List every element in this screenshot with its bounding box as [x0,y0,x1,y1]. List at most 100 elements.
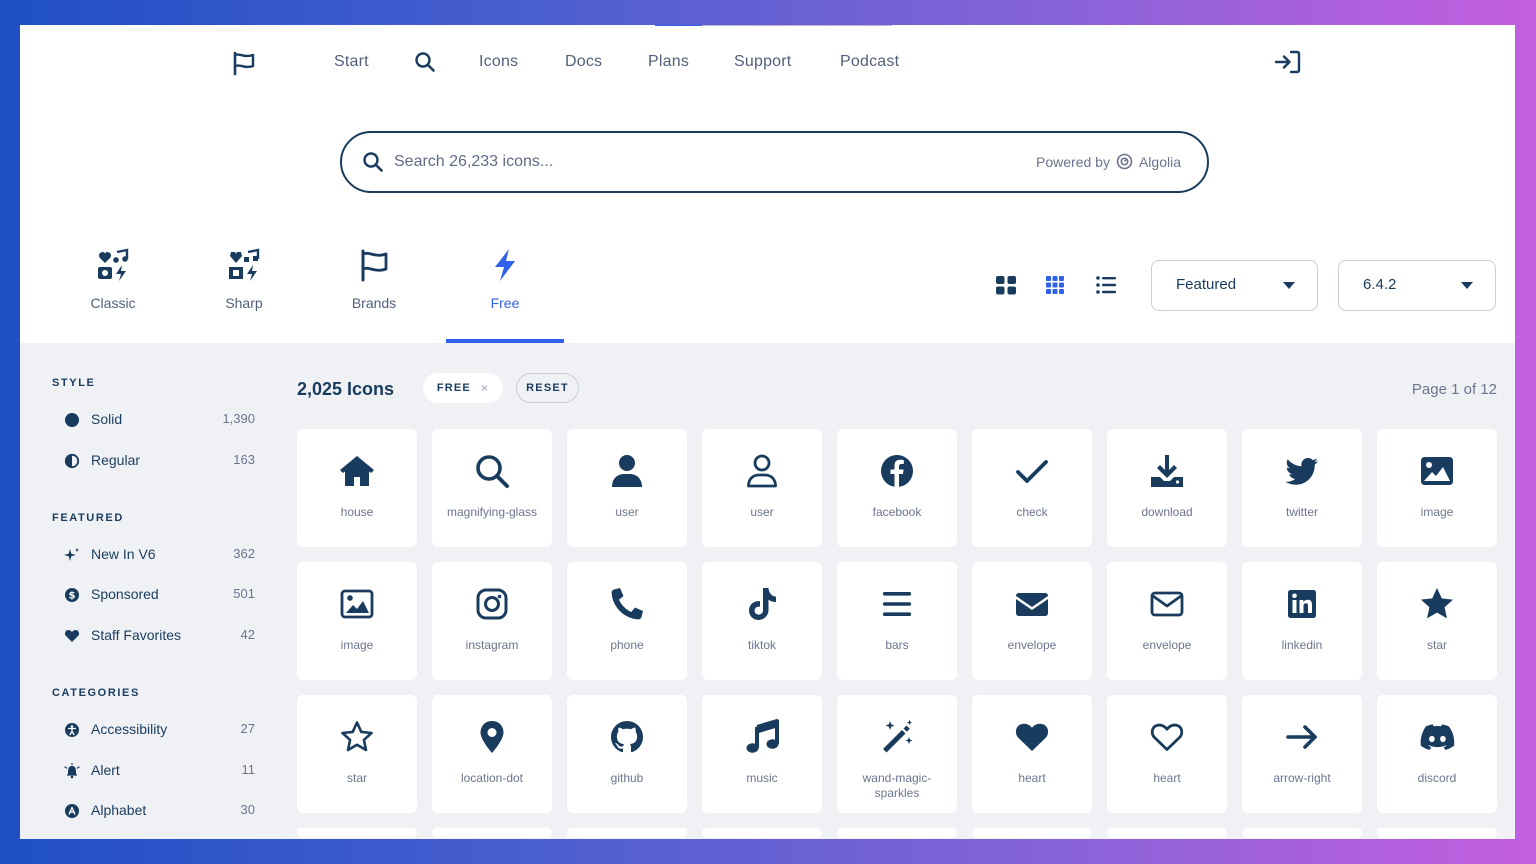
icon-grid: house magnifying-glass user user faceboo… [297,429,1497,838]
icon-card-label: phone [610,638,644,652]
icon-card-label: heart [1018,771,1046,785]
family-tab-classic[interactable]: Classic [63,247,163,311]
version-select[interactable]: 6.4.2 [1338,260,1496,311]
nav-support[interactable]: Support [734,53,791,71]
icon-card-wand-magic-sparkles[interactable]: wand-magic-sparkles [837,695,957,813]
large-grid-view-icon[interactable] [994,273,1018,297]
free-filter-chip[interactable]: FREE × [423,373,503,403]
icon-card-user-solid[interactable]: user [567,429,687,547]
icon-card-github[interactable]: github [567,695,687,813]
heart-icon [1015,723,1049,751]
download-icon [1151,455,1183,487]
sort-select[interactable]: Featured [1151,260,1318,311]
nav-docs[interactable]: Docs [565,53,602,71]
icon-card-envelope-regular[interactable]: envelope [1107,562,1227,680]
icon-card-twitter[interactable]: twitter [1242,429,1362,547]
sidebar-item-solid[interactable]: Solid 1,390 [52,408,255,432]
icon-card-arrow-right[interactable]: arrow-right [1242,695,1362,813]
solid-circle-icon [65,413,79,427]
search-icon[interactable] [414,51,436,73]
icon-card-partial[interactable] [432,828,552,838]
flag-logo-icon[interactable] [231,50,257,76]
icon-card-partial[interactable] [567,828,687,838]
family-tab-free[interactable]: Free [455,247,555,311]
family-tab-sharp[interactable]: Sharp [194,247,294,311]
heart-icon [64,630,80,642]
icon-card-download[interactable]: download [1107,429,1227,547]
sidebar-item-count: 163 [233,452,255,467]
icon-card-bars[interactable]: bars [837,562,957,680]
phone-icon [611,588,643,620]
powered-by-label: Powered by [1036,153,1110,170]
close-icon[interactable]: × [481,381,489,395]
sidebar-item-accessibility[interactable]: Accessibility 27 [52,718,255,742]
icon-card-music[interactable]: music [702,695,822,813]
sidebar-item-regular[interactable]: Regular 163 [52,449,255,473]
sidebar-item-sponsored[interactable]: $ Sponsored 501 [52,583,255,607]
nav-icons[interactable]: Icons [479,53,518,71]
icon-card-label: music [746,771,778,785]
icon-card-instagram[interactable]: instagram [432,562,552,680]
icon-card-tiktok[interactable]: tiktok [702,562,822,680]
icon-card-user-regular[interactable]: user [702,429,822,547]
nav-start[interactable]: Start [334,53,369,71]
icon-card-label: location-dot [460,771,524,785]
icon-card-heart-solid[interactable]: heart [972,695,1092,813]
nav-plans[interactable]: Plans [648,53,689,71]
icon-card-star-solid[interactable]: star [1377,562,1497,680]
icon-card-check[interactable]: check [972,429,1092,547]
chevron-down-icon [1283,282,1295,289]
icon-card-house[interactable]: house [297,429,417,547]
icon-card-partial[interactable] [1377,828,1497,838]
reset-filters-button[interactable]: RESET [516,373,579,403]
icon-card-heart-regular[interactable]: heart [1107,695,1227,813]
icon-card-envelope-solid[interactable]: envelope [972,562,1092,680]
bars-icon [883,592,911,616]
icon-card-partial[interactable] [1107,828,1227,838]
facebook-icon [881,455,913,487]
icon-card-location-dot[interactable]: location-dot [432,695,552,813]
sidebar-item-label: Sponsored [91,586,159,602]
sidebar-item-alert[interactable]: Alert 11 [52,759,255,783]
location-dot-icon [480,721,504,753]
sign-in-icon[interactable] [1274,49,1302,75]
small-grid-view-icon[interactable] [1043,273,1067,297]
family-tab-brands[interactable]: Brands [324,247,424,311]
icon-card-partial[interactable] [972,828,1092,838]
icon-card-image-solid[interactable]: image [1377,429,1497,547]
bell-alert-icon [64,763,80,779]
nav-podcast[interactable]: Podcast [840,53,899,71]
sidebar-item-new-in-v6[interactable]: New In V6 362 [52,543,255,567]
family-tab-label: Sharp [225,295,263,311]
icon-card-discord[interactable]: discord [1377,695,1497,813]
wand-magic-sparkles-icon [883,720,913,753]
list-view-icon[interactable] [1094,273,1118,297]
house-icon [340,456,374,486]
results-count-title: 2,025 Icons [297,379,395,399]
user-icon [612,455,642,487]
image-outline-icon [340,589,374,619]
icon-card-magnifying-glass[interactable]: magnifying-glass [432,429,552,547]
icon-card-image-regular[interactable]: image [297,562,417,680]
sidebar-item-alphabet[interactable]: Alphabet 30 [52,799,255,823]
classic-family-icon [98,248,129,281]
icon-card-label: image [1420,505,1454,519]
sidebar-item-label: Regular [91,452,141,468]
star-outline-icon [341,721,373,752]
sidebar-item-label: Staff Favorites [91,627,182,643]
icon-card-label: download [1141,505,1193,519]
icon-card-label: magnifying-glass [446,505,538,519]
icon-card-linkedin[interactable]: linkedin [1242,562,1362,680]
powered-by-algolia[interactable]: Powered by Algolia [1036,153,1181,170]
icon-card-partial[interactable] [702,828,822,838]
icon-card-label: star [346,771,367,785]
icon-card-partial[interactable] [297,828,417,838]
search-input[interactable] [394,147,994,177]
icon-card-partial[interactable] [1242,828,1362,838]
sidebar-item-staff-favorites[interactable]: Staff Favorites 42 [52,624,255,648]
icon-card-facebook[interactable]: facebook [837,429,957,547]
icon-card-star-regular[interactable]: star [297,695,417,813]
icon-card-phone[interactable]: phone [567,562,687,680]
sharp-family-icon [229,248,260,281]
icon-card-partial[interactable] [837,828,957,838]
